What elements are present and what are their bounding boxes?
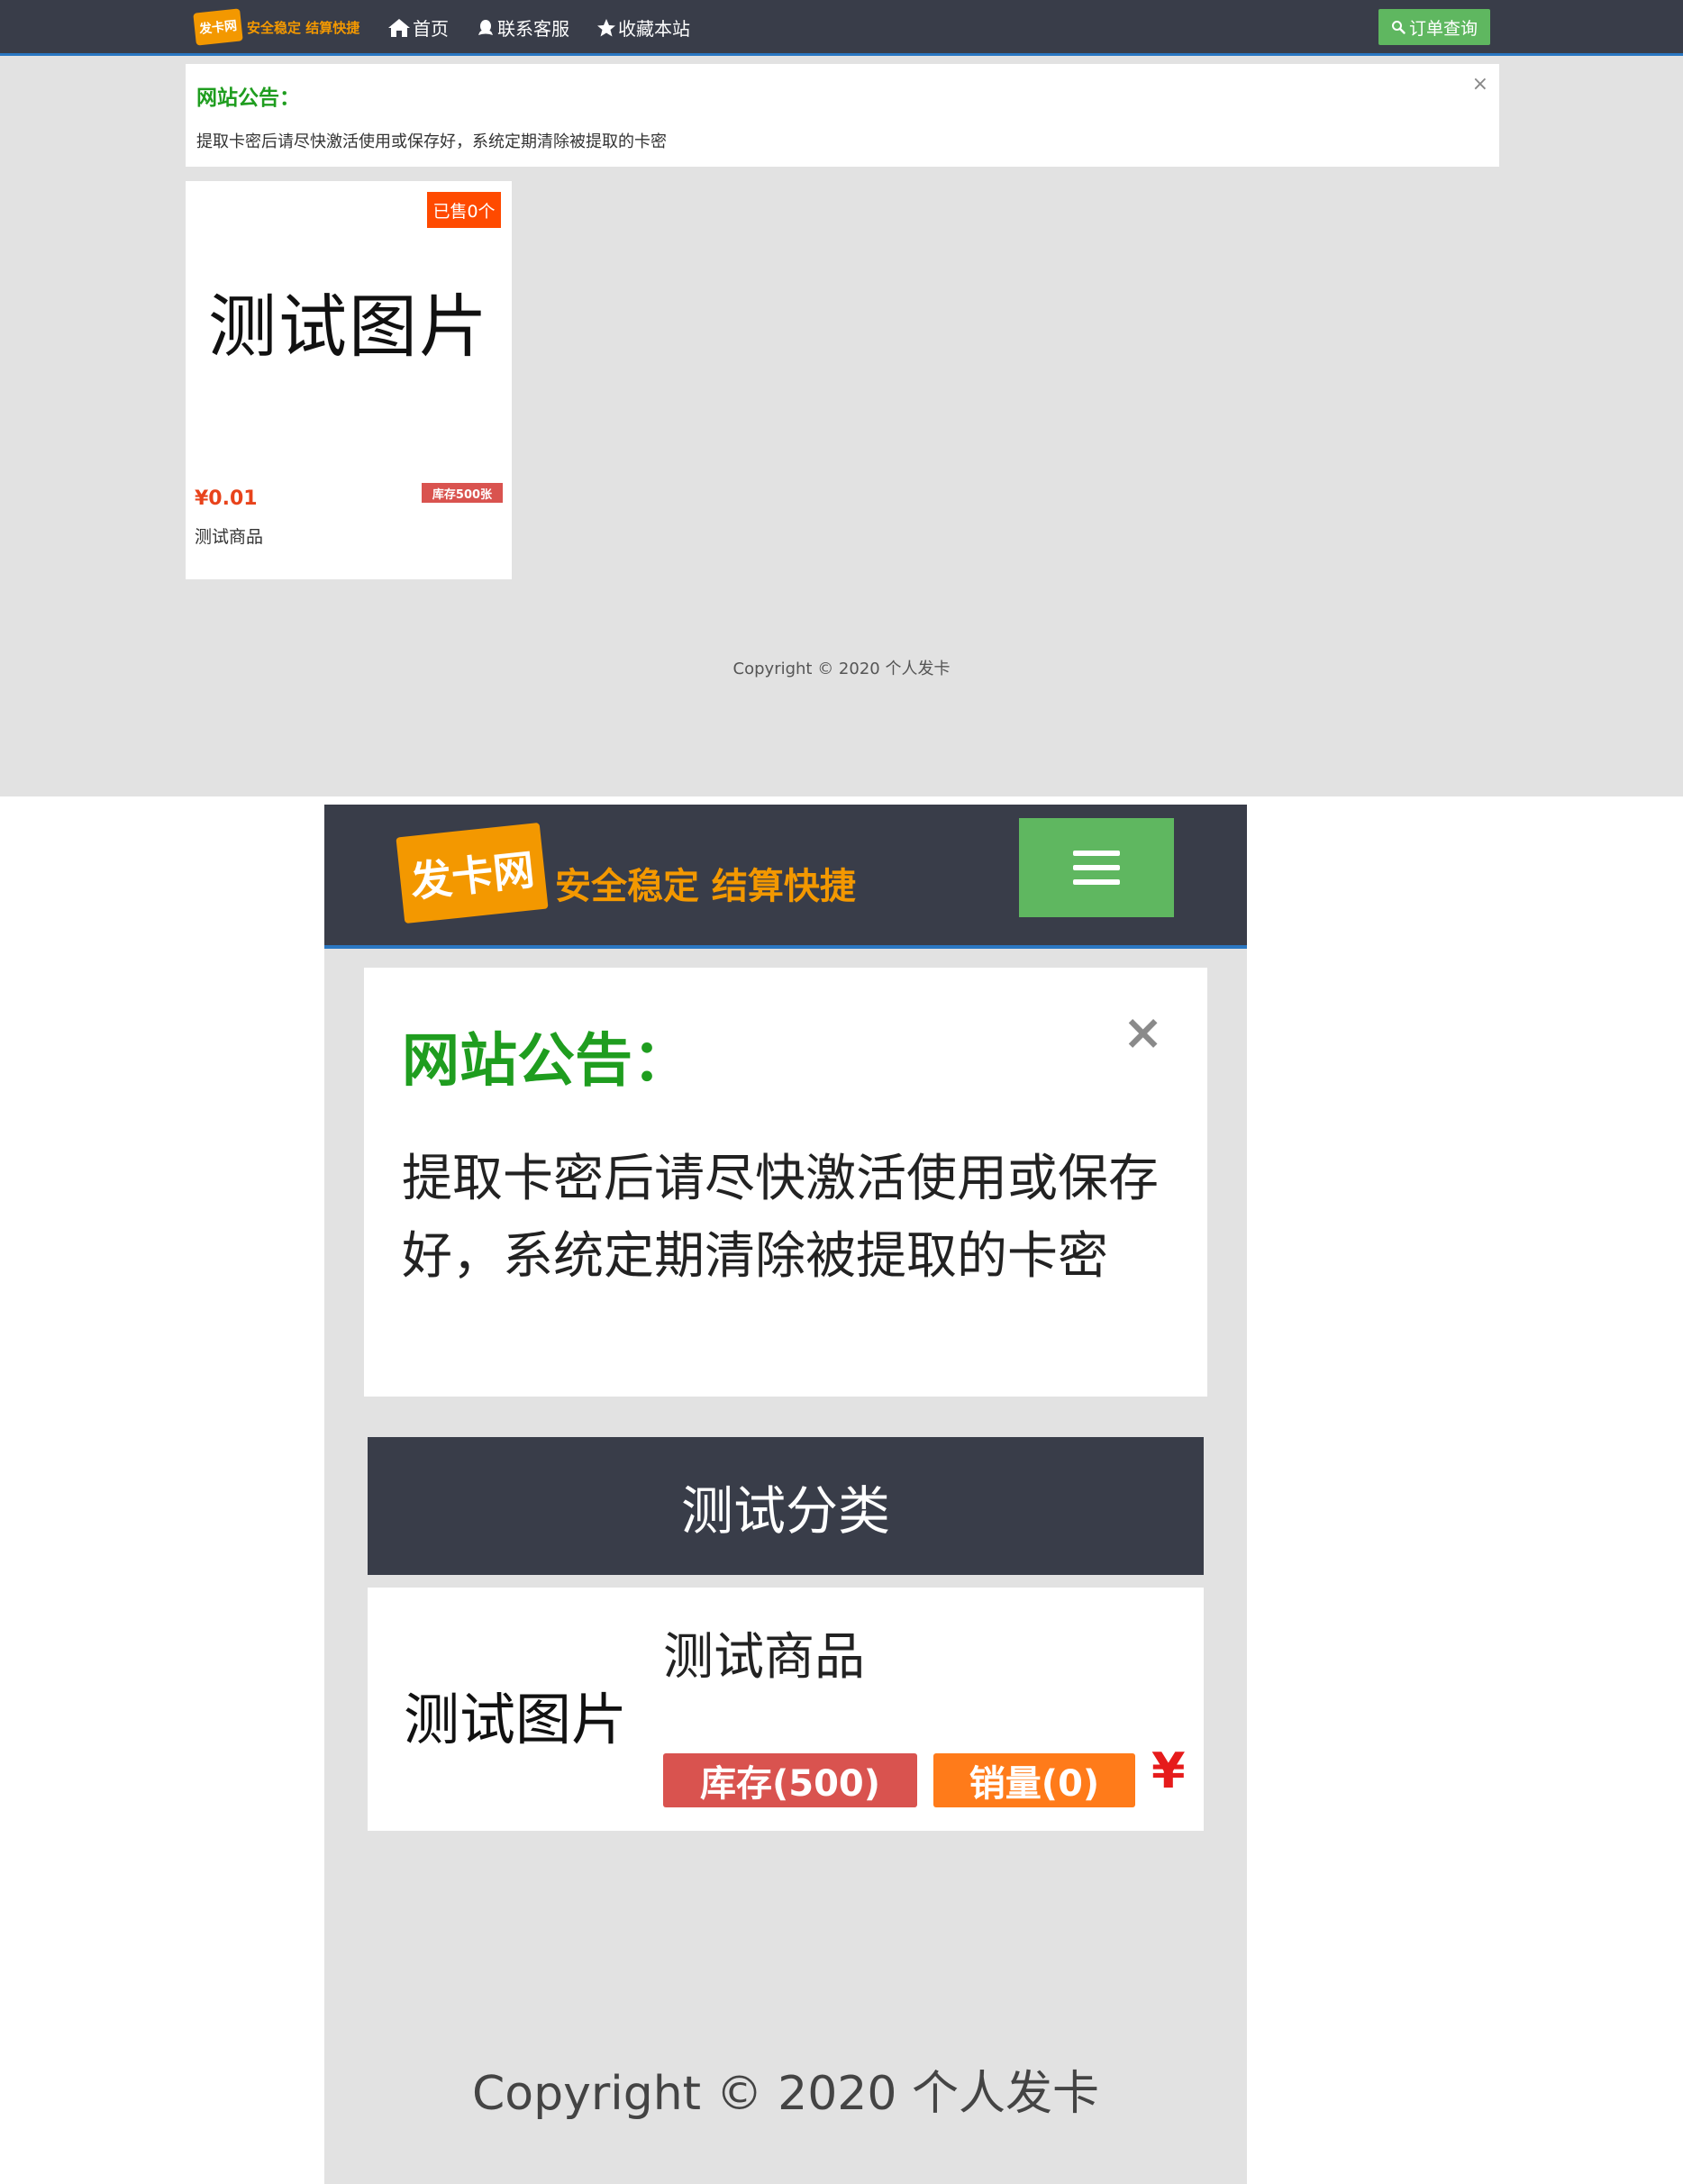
- announcement-text: 提取卡密后请尽快激活使用或保存好，系统定期清除被提取的卡密: [196, 132, 667, 151]
- announcement-title: 网站公告：: [196, 86, 300, 110]
- announcement-title: 网站公告：: [402, 1028, 690, 1095]
- product-list-item[interactable]: 测试图片 测试商品 库存(500) 销量(0) ¥: [368, 1588, 1204, 1831]
- footer-copyright: Copyright © 2020 个人发卡: [471, 2067, 1099, 2121]
- hamburger-menu-icon[interactable]: [1019, 818, 1174, 917]
- sales-badge: 销量(0): [933, 1753, 1135, 1807]
- product-name[interactable]: 测试商品: [195, 523, 263, 548]
- close-icon[interactable]: ×: [1472, 73, 1488, 96]
- nav-item-label: 首页: [413, 18, 449, 40]
- logo-mark: 发卡网: [193, 8, 243, 46]
- mobile-navbar: 发卡网 安全稳定 结算快捷: [324, 805, 1247, 949]
- product-price: ¥0.01: [195, 487, 258, 510]
- announcement-panel: 网站公告： × 提取卡密后请尽快激活使用或保存好，系统定期清除被提取的卡密: [364, 968, 1207, 1397]
- product-image[interactable]: 测试图片: [186, 271, 512, 370]
- product-image[interactable]: 测试图片: [404, 1674, 627, 1755]
- nav-item-contact[interactable]: 联系客服: [476, 14, 569, 41]
- footer-copyright: Copyright © 2020 个人发卡: [732, 660, 951, 678]
- price-symbol: ¥: [1151, 1743, 1186, 1799]
- announcement-panel: 网站公告： × 提取卡密后请尽快激活使用或保存好，系统定期清除被提取的卡密: [186, 64, 1499, 167]
- order-query-button[interactable]: 订单查询: [1378, 9, 1490, 45]
- home-icon: [388, 18, 410, 37]
- order-query-label: 订单查询: [1408, 18, 1478, 39]
- mobile-view: 发卡网 安全稳定 结算快捷 网站公告： × 提取卡密后请尽快激活使用或保存好，系…: [324, 805, 1247, 2184]
- nav-item-label: 联系客服: [497, 18, 569, 40]
- sold-count-badge: 已售0个: [427, 192, 501, 228]
- site-logo[interactable]: 发卡网 安全稳定 结算快捷: [396, 822, 856, 924]
- desktop-view: 发卡网 安全稳定 结算快捷 首页 联系客服 收藏本站 订单查询 网站公告： × …: [0, 0, 1683, 796]
- stock-badge: 库存(500): [663, 1753, 917, 1807]
- nav-item-label: 收藏本站: [618, 18, 690, 40]
- logo-mark: 发卡网: [396, 822, 549, 924]
- logo-slogan: 安全稳定 结算快捷: [555, 866, 856, 907]
- category-header[interactable]: 测试分类: [368, 1437, 1204, 1575]
- search-icon: [1391, 21, 1406, 34]
- top-navbar: 发卡网 安全稳定 结算快捷 首页 联系客服 收藏本站 订单查询: [0, 0, 1683, 56]
- product-name[interactable]: 测试商品: [663, 1616, 865, 1689]
- stock-badge: 库存500张: [422, 483, 503, 503]
- announcement-text: 提取卡密后请尽快激活使用或保存好，系统定期清除被提取的卡密: [402, 1150, 1159, 1286]
- close-icon[interactable]: ×: [1123, 1004, 1163, 1060]
- product-card[interactable]: 已售0个 测试图片 库存500张 ¥0.01 测试商品: [186, 181, 512, 579]
- site-logo[interactable]: 发卡网 安全稳定 结算快捷: [193, 8, 360, 46]
- star-icon: [597, 18, 615, 36]
- nav-item-home[interactable]: 首页: [387, 14, 449, 41]
- logo-slogan: 安全稳定 结算快捷: [247, 19, 360, 36]
- qq-icon: [478, 19, 493, 35]
- nav-item-bookmark[interactable]: 收藏本站: [596, 14, 690, 41]
